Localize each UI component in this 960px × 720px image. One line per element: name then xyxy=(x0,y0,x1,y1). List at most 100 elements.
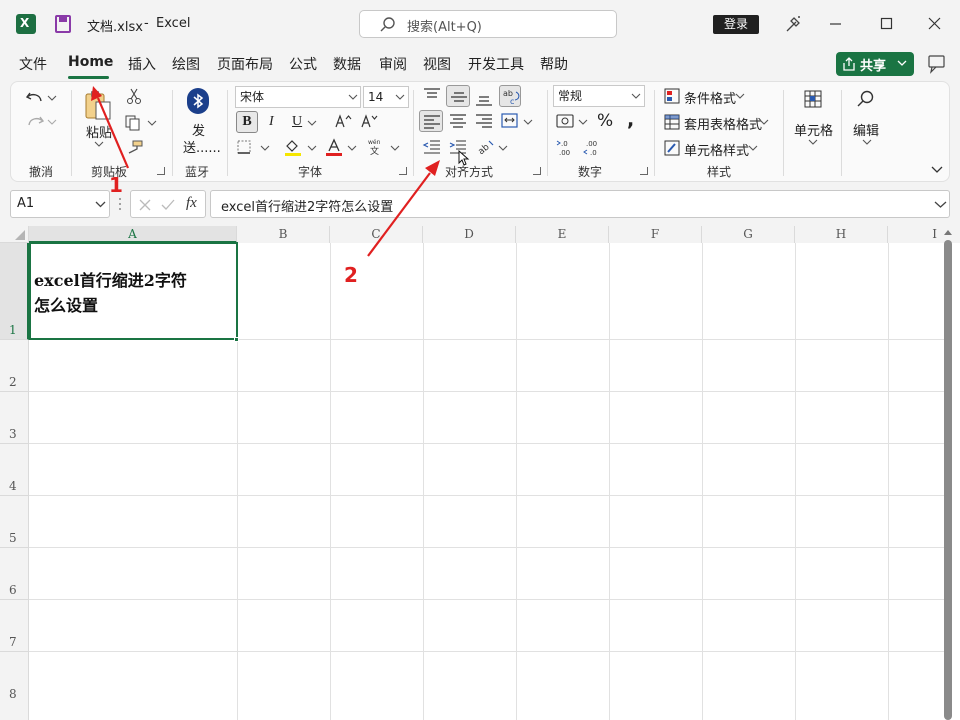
clipboard-launcher[interactable] xyxy=(157,167,165,175)
designer-wand-icon[interactable] xyxy=(784,15,802,33)
tab-review[interactable]: 审阅 xyxy=(379,54,407,74)
find-icon[interactable] xyxy=(857,90,875,108)
row-header-8[interactable]: 8 xyxy=(0,652,29,720)
scroll-up-icon[interactable] xyxy=(944,230,952,236)
tab-data[interactable]: 数据 xyxy=(333,54,361,74)
column-header-c[interactable]: C xyxy=(330,226,423,243)
vertical-scrollbar[interactable] xyxy=(944,240,952,720)
cell-styles-icon[interactable] xyxy=(664,140,680,156)
tab-page-layout[interactable]: 页面布局 xyxy=(217,54,273,74)
copy-dropdown-icon[interactable] xyxy=(147,120,157,126)
row-header-3[interactable]: 3 xyxy=(0,392,29,444)
font-color-dropdown-icon[interactable] xyxy=(347,145,357,151)
decrease-decimal-icon[interactable]: .00.0 xyxy=(583,138,603,157)
row-header-4[interactable]: 4 xyxy=(0,444,29,496)
phonetic-dropdown-icon[interactable] xyxy=(390,145,400,151)
row-header-7[interactable]: 7 xyxy=(0,600,29,652)
tab-help[interactable]: 帮助 xyxy=(540,54,568,74)
merge-center-icon[interactable] xyxy=(501,113,519,129)
underline-button[interactable]: U xyxy=(292,114,302,130)
confirm-entry-icon[interactable] xyxy=(161,199,175,211)
orientation-dropdown-icon[interactable] xyxy=(498,145,508,151)
wrap-text-button[interactable]: ab c xyxy=(499,85,521,107)
align-bottom-icon[interactable] xyxy=(475,92,493,106)
undo-dropdown-icon[interactable] xyxy=(47,95,57,101)
align-center-icon[interactable] xyxy=(449,114,467,128)
font-name-select[interactable]: 宋体 xyxy=(235,86,361,108)
conditional-formatting-button[interactable]: 条件格式 xyxy=(684,88,736,107)
borders-icon[interactable] xyxy=(237,140,253,154)
alignment-launcher[interactable] xyxy=(533,167,541,175)
column-header-d[interactable]: D xyxy=(423,226,516,243)
font-launcher[interactable] xyxy=(399,167,407,175)
tab-developer[interactable]: 开发工具 xyxy=(468,54,524,74)
align-middle-button[interactable] xyxy=(446,85,470,107)
align-top-icon[interactable] xyxy=(423,88,441,102)
name-box[interactable]: A1 xyxy=(10,190,110,218)
font-color-icon[interactable] xyxy=(325,138,343,156)
cells-icon[interactable] xyxy=(804,90,822,108)
font-size-select[interactable]: 14 xyxy=(363,86,409,108)
fill-color-dropdown-icon[interactable] xyxy=(307,145,317,151)
expand-formula-bar-icon[interactable] xyxy=(934,201,947,208)
fill-color-icon[interactable] xyxy=(284,138,302,156)
underline-dropdown-icon[interactable] xyxy=(307,120,317,126)
tab-view[interactable]: 视图 xyxy=(423,54,451,74)
tab-insert[interactable]: 插入 xyxy=(128,54,156,74)
column-header-g[interactable]: G xyxy=(702,226,795,243)
cells-button[interactable]: 单元格 xyxy=(794,120,833,139)
fill-handle[interactable] xyxy=(234,337,239,342)
formula-input[interactable]: excel首行缩进2字符怎么设置 xyxy=(210,190,950,218)
cell-styles-button[interactable]: 单元格样式 xyxy=(684,140,749,159)
increase-font-size-icon[interactable] xyxy=(335,113,353,129)
redo-dropdown-icon[interactable] xyxy=(47,119,57,125)
align-left-button[interactable] xyxy=(419,110,443,132)
worksheet-grid[interactable]: A B C D E F G H I 1 2 3 4 5 6 7 8 excel首… xyxy=(0,226,960,720)
tab-draw[interactable]: 绘图 xyxy=(172,54,200,74)
insert-function-button[interactable]: fx xyxy=(186,195,197,212)
chevron-down-icon[interactable] xyxy=(735,93,745,99)
format-as-table-icon[interactable] xyxy=(664,114,680,130)
accounting-format-icon[interactable] xyxy=(556,114,574,128)
share-button[interactable]: 共享 xyxy=(836,52,914,76)
tab-formulas[interactable]: 公式 xyxy=(289,54,317,74)
editing-button[interactable]: 编辑 xyxy=(853,120,879,139)
column-header-f[interactable]: F xyxy=(609,226,702,243)
cut-icon[interactable] xyxy=(127,88,141,104)
search-box[interactable]: 搜索(Alt+Q) xyxy=(359,10,617,38)
increase-decimal-icon[interactable]: .0.00 xyxy=(556,138,576,157)
italic-button[interactable]: I xyxy=(269,114,274,130)
maximize-icon[interactable] xyxy=(880,17,893,30)
bluetooth-icon[interactable] xyxy=(187,88,209,114)
row-header-2[interactable]: 2 xyxy=(0,340,29,392)
align-right-icon[interactable] xyxy=(475,114,493,128)
row-header-6[interactable]: 6 xyxy=(0,548,29,600)
cancel-entry-icon[interactable] xyxy=(139,199,151,211)
percent-style-button[interactable]: % xyxy=(597,111,613,131)
row-header-5[interactable]: 5 xyxy=(0,496,29,548)
column-header-e[interactable]: E xyxy=(516,226,609,243)
cells-dropdown-icon[interactable] xyxy=(808,139,818,145)
paste-label[interactable]: 粘贴 xyxy=(86,122,112,141)
comma-style-button[interactable]: , xyxy=(627,109,634,131)
decrease-font-size-icon[interactable] xyxy=(361,113,379,129)
close-icon[interactable] xyxy=(928,17,941,30)
accounting-dropdown-icon[interactable] xyxy=(578,119,588,125)
login-button[interactable]: 登录 xyxy=(713,15,759,34)
paste-dropdown-icon[interactable] xyxy=(94,141,104,147)
comments-icon[interactable] xyxy=(928,55,946,74)
select-all-corner[interactable] xyxy=(0,226,29,243)
number-launcher[interactable] xyxy=(640,167,648,175)
number-format-select[interactable]: 常规 xyxy=(553,85,645,107)
tab-home[interactable]: Home xyxy=(68,54,113,70)
cell-a1[interactable]: excel首行缩进2字符 怎么设置 xyxy=(29,242,239,342)
tab-file[interactable]: 文件 xyxy=(19,54,47,74)
column-header-a[interactable]: A xyxy=(29,226,237,243)
save-icon[interactable] xyxy=(55,15,71,33)
orientation-icon[interactable]: ab xyxy=(476,138,495,157)
undo-icon[interactable] xyxy=(25,90,44,106)
bold-button[interactable]: B xyxy=(236,111,258,133)
phonetic-guide-icon[interactable]: wén文 xyxy=(367,138,385,157)
decrease-indent-icon[interactable] xyxy=(422,140,441,154)
column-header-b[interactable]: B xyxy=(237,226,330,243)
